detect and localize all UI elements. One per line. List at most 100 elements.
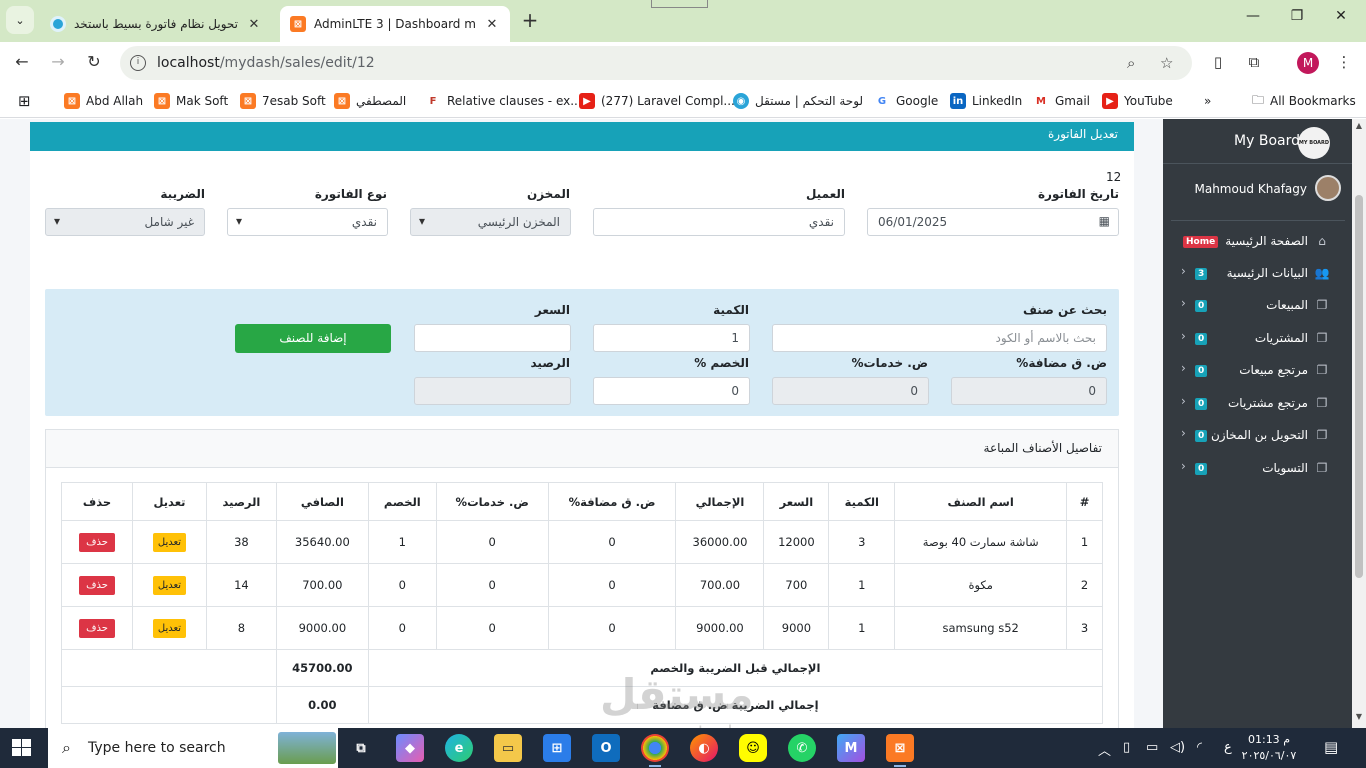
store-icon[interactable]: ⊞ [543,734,571,762]
bookmark-abd-allah[interactable]: ⊠ Abd Allah [64,92,143,110]
tab-search-button[interactable]: ⌄ [6,6,34,34]
snapchat-icon[interactable]: ☺ [739,734,767,762]
whatsapp-icon[interactable]: ✆ [788,734,816,762]
row-number: 2 [1066,563,1103,607]
edit-button[interactable]: تعديل [152,532,187,552]
clipboard-extension-icon[interactable]: ▯ [1208,53,1228,73]
chrome-icon[interactable] [641,734,669,767]
price-input[interactable] [414,324,571,352]
browser-tab-inactive[interactable]: تحويل نظام فاتورة بسيط باستخدام ✕ [40,6,272,42]
more-bookmarks-icon[interactable]: » [1204,92,1211,110]
bookmark-label: (277) Laravel Compl... [601,94,735,108]
new-tab-button[interactable]: + [518,10,542,32]
bookmark-almostafa[interactable]: ⊠ المصطفي [334,92,406,110]
file-explorer-icon[interactable]: ▭ [494,734,522,762]
browser-tab-active[interactable]: ⊠ AdminLTE 3 | Dashboard mood ✕ [280,6,510,42]
customer-field[interactable]: نقدي [593,208,845,236]
page-scrollbar[interactable]: ▲ ▼ [1352,119,1366,728]
xampp-icon[interactable]: ⊠ [886,734,914,767]
sidebar-item-settlements[interactable]: ❐ التسويات 0 ‹ [1163,453,1352,485]
forward-button[interactable]: → [46,52,70,76]
search-placeholder: Type here to search [88,740,226,756]
browser-menu-icon[interactable]: ⋮ [1334,53,1354,73]
item-search-input[interactable]: بحث بالاسم أو الكود [772,324,1107,352]
microsoft-365-icon[interactable]: M [837,734,865,762]
edit-button[interactable]: تعديل [152,618,187,638]
scroll-down-arrow[interactable]: ▼ [1352,712,1366,726]
column-header: الصافي [275,482,369,521]
copilot-icon[interactable]: ◆ [396,734,424,762]
url-field[interactable]: i localhost/mydash/sales/edit/12 ⌕ ☆ [120,46,1192,80]
sidebar-item-sales-returns[interactable]: ❐ مرتجع مبيعات 0 ‹ [1163,355,1352,387]
site-info-icon[interactable]: i [130,55,146,71]
bookmark-youtube[interactable]: ▶ YouTube [1102,92,1173,110]
sidebar-item-label: الصفحة الرئيسية [1225,234,1308,248]
minimize-button[interactable]: — [1230,8,1276,32]
notifications-icon[interactable]: ▤ [1324,738,1338,756]
taskbar-clock[interactable]: 01:13 م ٢٠٢٥/٠٦/٠٧ [1228,732,1310,764]
battery-icon[interactable]: ▭ [1146,740,1158,755]
column-header: حذف [60,482,134,521]
phone-link-icon[interactable]: ▯ [1123,740,1130,755]
volume-icon[interactable]: ◁) [1170,740,1185,755]
tray-chevron-up-icon[interactable]: ︿ [1098,740,1111,759]
profile-avatar[interactable]: M [1297,52,1319,74]
apps-grid-icon[interactable]: ⊞ [18,92,31,110]
discount-input[interactable]: 0 [593,377,750,405]
sidebar-item-purchases[interactable]: ❐ المشتريات 0 ‹ [1163,323,1352,355]
bookmark-google[interactable]: G Google [874,92,938,110]
store-select[interactable]: المخزن الرئيسي [410,208,571,236]
close-icon[interactable]: ✕ [246,17,262,32]
delete-button[interactable]: حذف [79,575,115,595]
watermark: مستقل [600,670,754,719]
sidebar-item-sales[interactable]: ❐ المبيعات 0 ‹ [1163,290,1352,322]
sidebar-item-purchase-returns[interactable]: ❐ مرتجع مشتريات 0 ‹ [1163,388,1352,420]
taskbar-search-box[interactable]: ⌕ Type here to search [48,728,338,768]
clock-time: 01:13 م [1247,733,1290,746]
bookmark-mak-soft[interactable]: ⊠ Mak Soft [154,92,228,110]
copy-icon: ❐ [1316,428,1328,442]
delete-button[interactable]: حذف [79,532,115,552]
window-close-button[interactable]: ✕ [1318,8,1364,32]
vat-input[interactable]: 0 [951,377,1107,405]
quantity-input[interactable]: 1 [593,324,750,352]
bookmark-gmail[interactable]: M Gmail [1033,92,1090,110]
delete-button[interactable]: حذف [79,618,115,638]
firefox-icon[interactable]: ◐ [690,734,718,762]
bookmark-relative-clauses[interactable]: F Relative clauses - ex... [425,92,582,110]
invoice-date-field[interactable]: 06/01/2025 ▦ [867,208,1119,236]
task-view-icon[interactable]: ⧉ [347,734,375,762]
tax-select[interactable]: غير شامل [45,208,205,236]
sidebar-item-master-data[interactable]: 👥 البيانات الرئيسية 3 ‹ [1163,258,1352,290]
balance-input[interactable] [414,377,571,405]
service-tax-input[interactable]: 0 [772,377,929,405]
edit-button[interactable]: تعديل [152,575,187,595]
close-icon[interactable]: ✕ [484,17,500,32]
scroll-thumb[interactable] [1355,195,1363,578]
zoom-icon[interactable]: ⌕ [1127,54,1135,72]
calendar-icon[interactable]: ▦ [1099,214,1110,228]
bookmark-laravel[interactable]: ▶ (277) Laravel Compl... [579,92,735,110]
brand-link[interactable]: My Board MY BOARD [1163,119,1352,164]
reload-button[interactable]: ↻ [82,52,106,76]
wifi-icon[interactable]: ◜ [1197,740,1202,755]
bookmark-7esab-soft[interactable]: ⊠ 7esab Soft [240,92,326,110]
bookmark-linkedin[interactable]: in LinkedIn [950,92,1022,110]
extensions-puzzle-icon[interactable]: ⧉ [1244,53,1264,73]
windows-start-icon[interactable] [12,739,32,757]
outlook-icon[interactable]: O [592,734,620,762]
maximize-button[interactable]: ❐ [1274,8,1320,32]
sidebar-item-store-transfer[interactable]: ❐ التحويل بن المخازن 0 ‹ [1163,420,1352,452]
bookmark-mostaql[interactable]: ◉ لوحة التحكم | مستقل [733,92,863,110]
back-button[interactable]: ← [10,52,34,76]
scroll-up-arrow[interactable]: ▲ [1352,121,1366,135]
users-icon: 👥 [1314,266,1330,280]
bookmark-star-icon[interactable]: ☆ [1160,54,1173,72]
invoice-type-select[interactable]: نقدي [227,208,388,236]
user-panel[interactable]: Mahmoud Khafagy [1171,165,1345,221]
sidebar-item-home[interactable]: ⌂ الصفحة الرئيسية Home [1163,226,1352,258]
add-item-button[interactable]: إضافة للصنف [235,324,391,353]
edge-icon[interactable]: e [445,734,473,762]
total-empty [61,649,277,687]
all-bookmarks[interactable]: 🗀 All Bookmarks [1252,92,1356,110]
